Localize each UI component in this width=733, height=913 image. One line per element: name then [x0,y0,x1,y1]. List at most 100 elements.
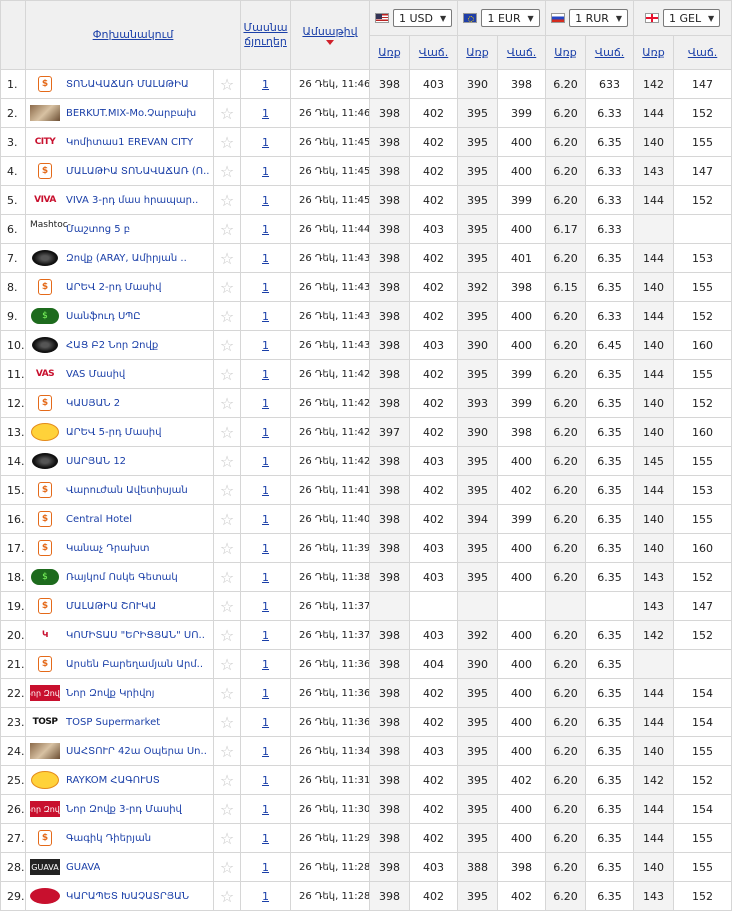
bank-name-link[interactable]: ԿԱՍՅԱՆ 2 [66,398,120,409]
bank-cell[interactable]: $ ՏՈՆԱՎԱՃԱՌ ՄԱԼԱԹԻԱ [25,69,214,99]
branches-link[interactable]: 1 [240,301,292,331]
favorite-star-icon[interactable]: ☆ [212,533,242,563]
favorite-star-icon[interactable]: ☆ [212,69,242,99]
bank-name-link[interactable]: Նոր Զովք 3-րդ Մասիվ [66,804,182,815]
bank-name-link[interactable]: ԿՈՄԻՏԱՍ "ԵՐԻՑՅԱՆ" ՍՈ.. [66,630,205,641]
favorite-star-icon[interactable]: ☆ [212,765,242,795]
bank-name-link[interactable]: ԱՐԵՎ 5-րդ Մասիվ [66,427,161,438]
bank-cell[interactable]: $ Արսեն Բարեղամյան Արմ.. [25,649,214,679]
bank-name-link[interactable]: Նոր Զովք Կրիվոյ [66,688,154,699]
bank-cell[interactable]: $ ՄԱԼԱԹԻԱ ՇՈՒԿԱ [25,591,214,621]
branches-link[interactable]: 1 [240,243,292,273]
bank-name-link[interactable]: Ռայկոմ Ոսկե Գետակ [66,572,178,583]
bank-cell[interactable]: Նոր Զովք Նոր Զովք Կրիվոյ [25,678,214,708]
branches-link[interactable]: 1 [240,214,292,244]
favorite-star-icon[interactable]: ☆ [212,823,242,853]
bank-cell[interactable]: Զովք (ARAY, Ամիրյան .. [25,243,214,273]
branches-link[interactable]: 1 [240,881,292,911]
branches-link[interactable]: 1 [240,127,292,157]
bank-name-link[interactable]: Գագիկ Դիերյան [66,833,151,844]
bank-name-link[interactable]: Սանֆուդ ՍՊԸ [66,311,141,322]
bank-name-link[interactable]: ՍԱՀՏՈՒՐ 42ա Օպերա Սո.. [66,746,207,757]
bank-column-header[interactable]: Փոխանակում [24,0,242,70]
branches-link[interactable]: 1 [240,98,292,128]
branches-link[interactable]: 1 [240,446,292,476]
bank-cell[interactable]: $ ՄԱԼԱԹԻԱ ՏՈՆԱՎԱՃԱՌ (Ո.. [25,156,214,186]
favorite-star-icon[interactable]: ☆ [212,185,242,215]
bank-cell[interactable]: Նոր Զովք Նոր Զովք 3-րդ Մասիվ [25,794,214,824]
branches-link[interactable]: 1 [240,185,292,215]
favorite-star-icon[interactable]: ☆ [212,127,242,157]
bank-name-link[interactable]: VAS Մասիվ [66,369,125,380]
bank-cell[interactable]: TOSP TOSP Supermarket [25,707,214,737]
bank-cell[interactable]: ԿԱՐԱՊԵՏ ԽԱՉԱՏՐՅԱՆ [25,881,214,911]
bank-cell[interactable]: $ Central Hotel [25,504,214,534]
bank-cell[interactable]: ՀԱՑ Բ2 Նոր Զովք [25,330,214,360]
branches-link[interactable]: 1 [240,388,292,418]
bank-cell[interactable]: $ Ռայկոմ Ոսկե Գետակ [25,562,214,592]
branches-link[interactable]: 1 [240,765,292,795]
favorite-star-icon[interactable]: ☆ [212,562,242,592]
branches-link[interactable]: 1 [240,69,292,99]
bank-cell[interactable]: ՍԱՀՏՈՒՐ 42ա Օպերա Սո.. [25,736,214,766]
bank-name-link[interactable]: ՏՈՆԱՎԱՃԱՌ ՄԱԼԱԹԻԱ [66,79,189,90]
bank-name-link[interactable]: ՀԱՑ Բ2 Նոր Զովք [66,340,158,351]
bank-cell[interactable]: VIVA VIVA 3-րդ մաս hրապար.. [25,185,214,215]
favorite-star-icon[interactable]: ☆ [212,649,242,679]
branches-link[interactable]: 1 [240,852,292,882]
rur-sell-header[interactable]: Վաճ. [585,35,635,70]
date-column-header[interactable]: Ամսաթիվ [290,0,371,70]
gel-sell-header[interactable]: Վաճ. [673,35,733,70]
bank-name-link[interactable]: BERKUT.MIX-Mo.Չարբախ [66,108,196,119]
bank-cell[interactable]: $ ԿԱՍՅԱՆ 2 [25,388,214,418]
rur-buy-header[interactable]: Առք [545,35,587,70]
favorite-star-icon[interactable]: ☆ [212,243,242,273]
branches-link[interactable]: 1 [240,678,292,708]
gel-buy-header[interactable]: Առք [633,35,675,70]
favorite-star-icon[interactable]: ☆ [212,156,242,186]
bank-name-link[interactable]: ՍԱՐՅԱՆ 12 [66,456,126,467]
bank-cell[interactable]: $ Գագիկ Դիերյան [25,823,214,853]
bank-cell[interactable]: $ Սանֆուդ ՍՊԸ [25,301,214,331]
branches-link[interactable]: 1 [240,330,292,360]
favorite-star-icon[interactable]: ☆ [212,736,242,766]
branches-link[interactable]: 1 [240,736,292,766]
bank-cell[interactable]: BERKUT.MIX-Mo.Չարբախ [25,98,214,128]
bank-name-link[interactable]: ԱՐԵՎ 2-րդ Մասիվ [66,282,161,293]
branches-link[interactable]: 1 [240,823,292,853]
bank-name-link[interactable]: Central Hotel [66,514,132,525]
branches-link[interactable]: 1 [240,591,292,621]
bank-cell[interactable]: $ Վարուժան Ավետիսյան [25,475,214,505]
bank-name-link[interactable]: Մաշտոց 5 բ [66,224,130,235]
usd-currency-select[interactable]: 1 USD ▼ [393,9,453,27]
gel-currency-select[interactable]: 1 GEL ▼ [662,9,721,27]
branches-link[interactable]: 1 [240,504,292,534]
bank-cell[interactable]: ՍԱՐՅԱՆ 12 [25,446,214,476]
branches-link[interactable]: 1 [240,156,292,186]
favorite-star-icon[interactable]: ☆ [212,475,242,505]
eur-currency-select[interactable]: 1 EUR ▼ [481,9,540,27]
branches-link[interactable]: 1 [240,562,292,592]
bank-cell[interactable]: ԱՐԵՎ 5-րդ Մասիվ [25,417,214,447]
favorite-star-icon[interactable]: ☆ [212,272,242,302]
bank-name-link[interactable]: Կոմիտաս1 EREVAN CITY [66,137,193,148]
bank-cell[interactable]: GUAVA GUAVA [25,852,214,882]
bank-name-link[interactable]: GUAVA [66,862,100,873]
favorite-star-icon[interactable]: ☆ [212,359,242,389]
eur-sell-header[interactable]: Վաճ. [497,35,547,70]
bank-name-link[interactable]: ԿԱՐԱՊԵՏ ԽԱՉԱՏՐՅԱՆ [66,891,189,902]
bank-cell[interactable]: CITY Կոմիտաս1 EREVAN CITY [25,127,214,157]
usd-buy-header[interactable]: Առք [369,35,411,70]
favorite-star-icon[interactable]: ☆ [212,330,242,360]
favorite-star-icon[interactable]: ☆ [212,852,242,882]
favorite-star-icon[interactable]: ☆ [212,301,242,331]
bank-name-link[interactable]: ՄԱԼԱԹԻԱ ՇՈՒԿԱ [66,601,156,612]
bank-name-link[interactable]: Զովք (ARAY, Ամիրյան .. [66,253,187,264]
bank-name-link[interactable]: TOSP Supermarket [66,717,160,728]
bank-name-link[interactable]: RAYKOM ՀԱԳՈՒՍՏ [66,775,160,786]
eur-buy-header[interactable]: Առք [457,35,499,70]
rur-currency-select[interactable]: 1 RUR ▼ [569,9,628,27]
favorite-star-icon[interactable]: ☆ [212,591,242,621]
branches-link[interactable]: 1 [240,272,292,302]
favorite-star-icon[interactable]: ☆ [212,678,242,708]
